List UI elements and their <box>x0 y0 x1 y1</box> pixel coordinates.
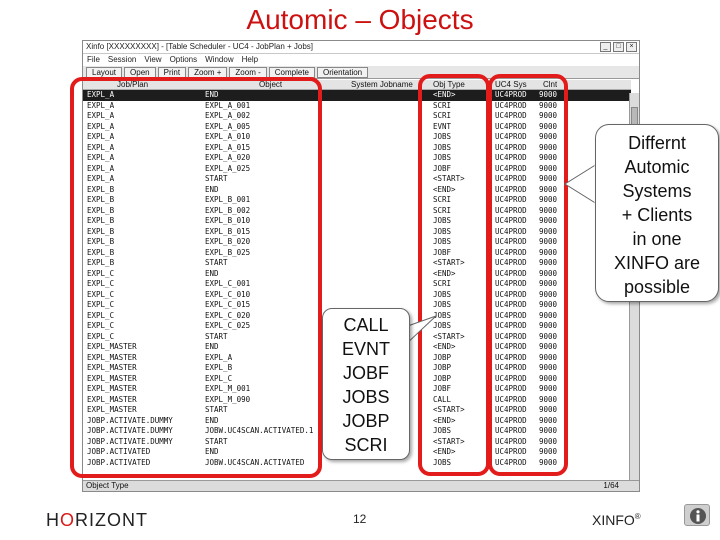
minimize-icon[interactable]: _ <box>600 42 611 52</box>
highlight-job-object-columns <box>70 77 322 478</box>
slide-title: Automic – Objects <box>246 4 474 35</box>
maximize-icon[interactable]: □ <box>613 42 624 52</box>
menu-options[interactable]: Options <box>170 54 198 66</box>
page-number: 12 <box>353 512 367 526</box>
callout-type-evnt: EVNT <box>341 339 390 359</box>
systems-callout: Differnt Automic Systems + Clients in on… <box>595 124 719 302</box>
callout-type-scri: SCRI <box>344 435 388 455</box>
highlight-obj-type-column <box>418 74 490 476</box>
callout-type-jobs: JOBS <box>342 387 390 407</box>
callout-type-jobp: JOBP <box>342 411 390 431</box>
xinfo-brand: XINFO® <box>592 512 641 528</box>
horizont-logo: HORIZONT <box>46 510 149 530</box>
info-button[interactable] <box>684 504 710 526</box>
menu-window[interactable]: Window <box>205 54 233 66</box>
info-icon <box>690 508 706 524</box>
menu-session[interactable]: Session <box>108 54 136 66</box>
menu-file[interactable]: File <box>87 54 100 66</box>
callout-systems-line: + Clients <box>621 205 693 225</box>
callout-systems-line: in one <box>632 229 682 249</box>
col-system-jobname[interactable]: System Jobname <box>351 80 413 90</box>
orientation-button[interactable]: Orientation <box>317 67 369 78</box>
callout-systems-line: Systems <box>622 181 692 201</box>
callout-type-jobf: JOBF <box>342 363 389 383</box>
menu-view[interactable]: View <box>144 54 161 66</box>
status-bar: Object Type 1/64 <box>83 480 639 491</box>
callout-type-call: CALL <box>343 315 389 335</box>
window-titlebar: Xinfo [XXXXXXXXX] - [Table Scheduler - U… <box>83 41 639 54</box>
callout-systems-pointer <box>564 163 598 205</box>
menu-help[interactable]: Help <box>242 54 258 66</box>
window-title: Xinfo [XXXXXXXXX] - [Table Scheduler - U… <box>86 42 313 51</box>
callout-systems-line: possible <box>623 277 691 297</box>
status-record-count: 1/64 <box>603 481 619 490</box>
callout-systems-line: Automic <box>624 157 690 177</box>
status-object-type: Object Type <box>86 481 129 490</box>
object-types-callout: CALL EVNT JOBF JOBS JOBP SCRI <box>322 308 410 460</box>
close-icon[interactable]: × <box>626 42 637 52</box>
menu-bar: File Session View Options Window Help <box>83 54 639 66</box>
callout-systems-line: XINFO are <box>613 253 701 273</box>
highlight-sys-client-columns <box>488 74 568 476</box>
callout-systems-line: Differnt <box>628 133 686 153</box>
slide-footer: HORIZONT 12 XINFO® <box>0 494 720 540</box>
